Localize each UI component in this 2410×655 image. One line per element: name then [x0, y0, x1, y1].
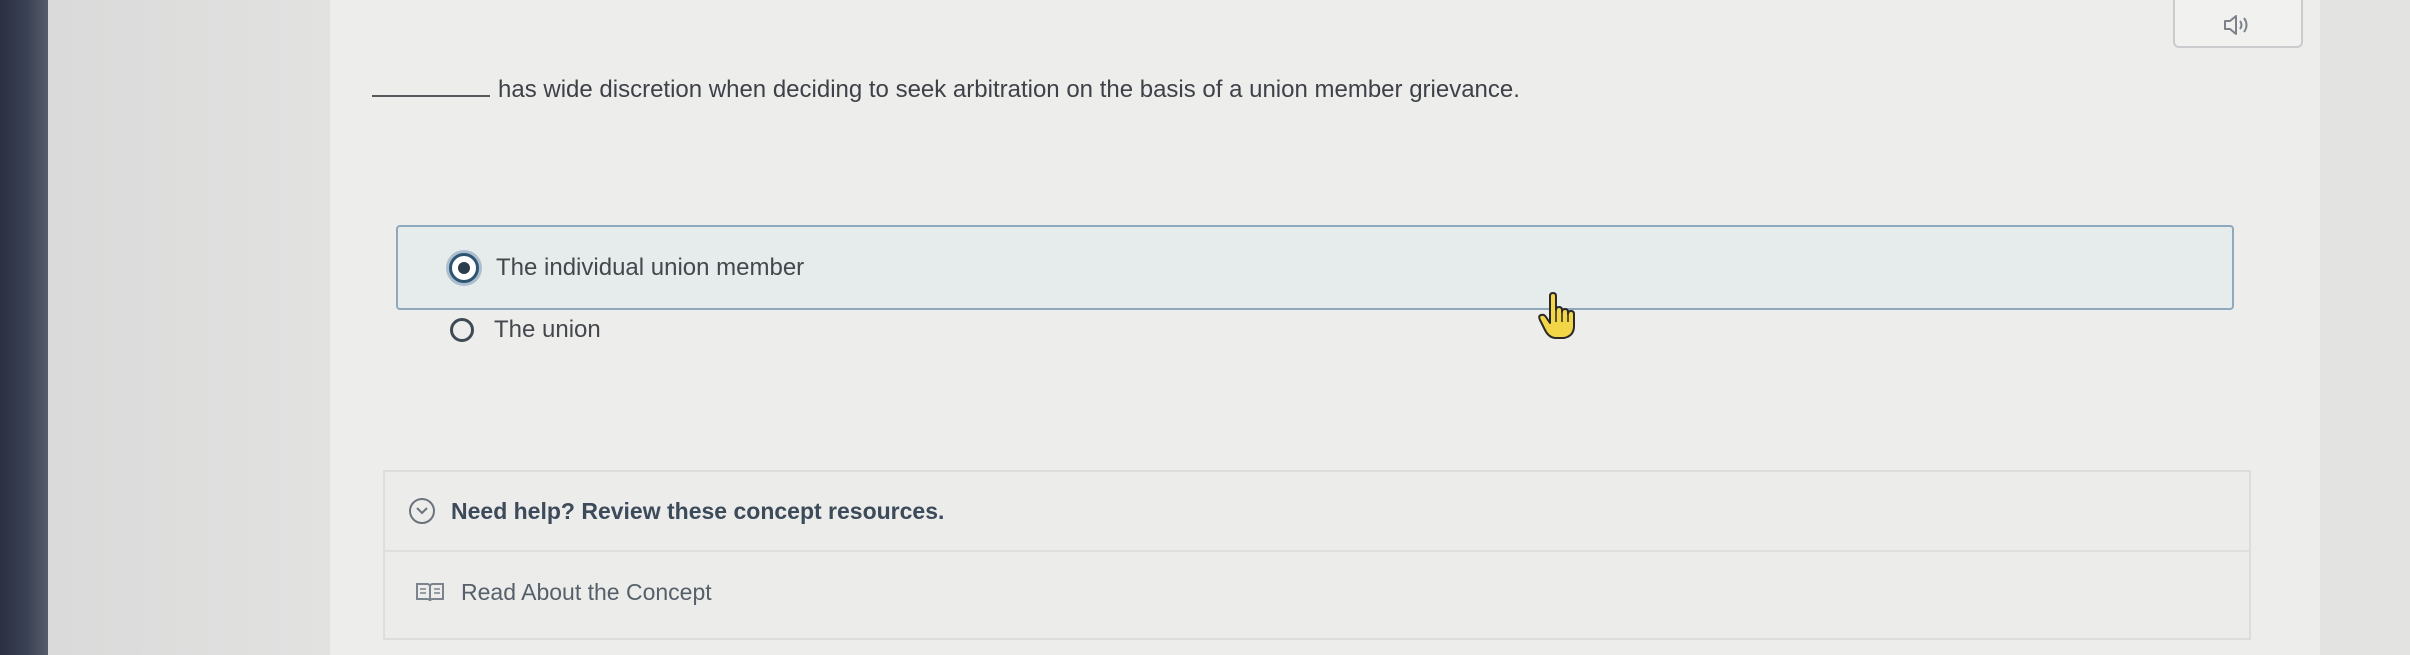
book-icon	[416, 583, 444, 602]
audio-button[interactable]	[2173, 0, 2303, 48]
right-margin-panel	[2320, 0, 2410, 655]
read-about-concept-label: Read About the Concept	[461, 578, 712, 605]
help-toggle[interactable]: Need help? Review these concept resource…	[385, 472, 2249, 552]
answer-blank	[372, 95, 490, 97]
concept-resources-panel: Need help? Review these concept resource…	[383, 470, 2251, 640]
answer-option-the-union[interactable]: The union	[396, 308, 601, 352]
hand-pointer-icon	[1538, 292, 1575, 339]
option-label: The union	[494, 316, 601, 343]
radio-selected[interactable]	[449, 252, 479, 283]
help-title: Need help? Review these concept resource…	[451, 497, 945, 524]
speaker-icon	[2224, 15, 2248, 35]
read-about-concept-link[interactable]: Read About the Concept	[385, 552, 2249, 632]
answer-option-individual-union-member[interactable]: The individual union member	[396, 225, 2234, 310]
question-prompt: has wide discretion when deciding to see…	[372, 76, 1520, 104]
option-label: The individual union member	[496, 253, 805, 281]
radio-unselected[interactable]	[450, 318, 474, 342]
screen-bezel	[0, 0, 48, 655]
chevron-down-icon	[409, 498, 435, 524]
question-text: has wide discretion when deciding to see…	[498, 76, 1520, 103]
left-margin-panel	[48, 0, 330, 655]
